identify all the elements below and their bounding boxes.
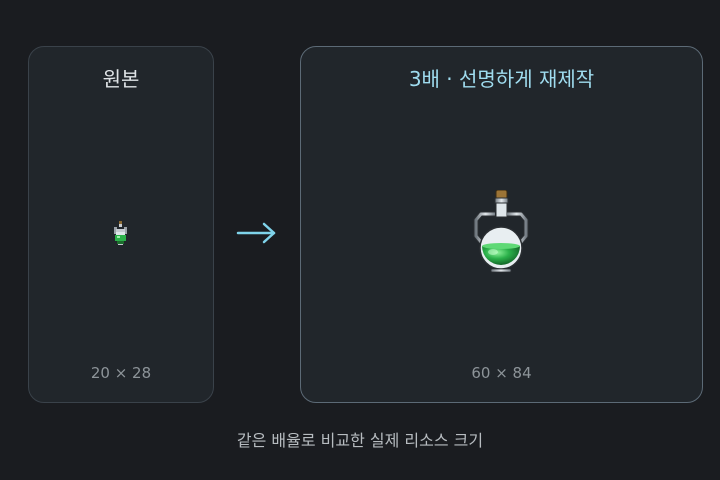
green-potion-flask-icon — [114, 221, 127, 245]
original-panel: 원본 20 × 28 — [28, 46, 214, 403]
remake-title: 3배 · 선명하게 재제작 — [408, 67, 595, 91]
original-size-caption: 20 × 28 — [90, 364, 152, 382]
green-potion-flask-icon — [473, 190, 529, 273]
remake-size-caption: 60 × 84 — [471, 364, 532, 382]
original-title: 원본 — [102, 67, 140, 91]
comparison-footer-note: 같은 배율로 비교한 실제 리소스 크기 — [236, 431, 484, 450]
right-arrow-icon — [236, 222, 276, 244]
remake-panel: 3배 · 선명하게 재제작 60 × 84 — [300, 46, 703, 403]
